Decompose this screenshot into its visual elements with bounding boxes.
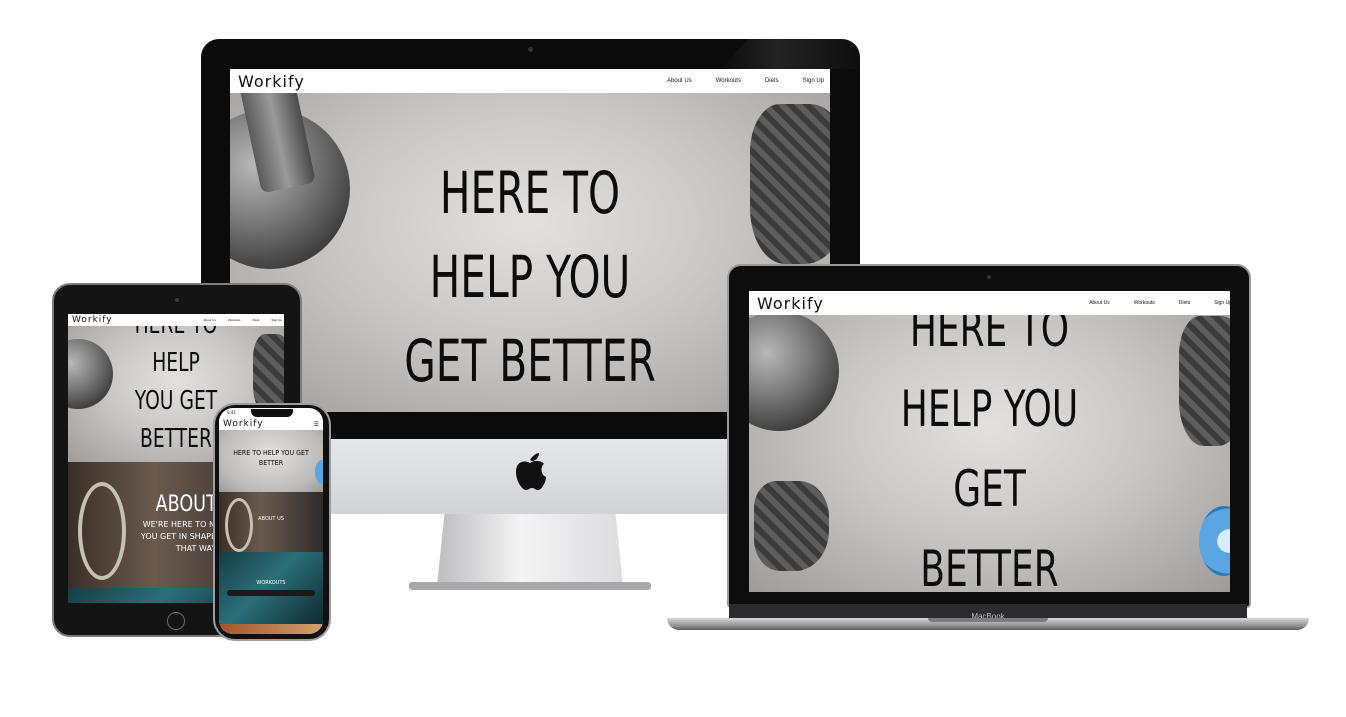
laptop-screen-website: Workify About Us Workouts Diets Sign Up … [749,291,1230,592]
site-navbar: Workify About Us Workouts Diets Sign Up [230,69,830,93]
site-logo[interactable]: Workify [223,419,264,429]
hero-line-2: HELP [152,348,200,378]
site-navbar: Workify About Us Workouts Diets Sign Up [68,314,284,326]
hero-line-2: HELP YOU [900,380,1079,438]
site-logo[interactable]: Workify [757,294,824,313]
nav-about-us[interactable]: About Us [204,318,216,322]
hero-line-1: HERE TO [439,159,621,227]
battle-rope-image [225,498,253,552]
hero-line-2: HELP YOU [429,243,631,311]
nav-diets[interactable]: Diets [252,318,259,322]
nav-diets[interactable]: Diets [765,78,779,84]
home-button-icon[interactable] [167,612,185,630]
site-logo[interactable]: Workify [72,315,113,325]
phone-workouts-title: WORKOUTS [256,580,286,586]
phone-time: 9:41 [227,410,236,415]
glove-image [1179,316,1230,446]
hero-heading: HERE TO HELP YOU GET BETTER [233,448,309,468]
imac-stand [437,514,623,586]
hero-section: HERE TO HELP YOU GET BETTER [219,430,323,492]
nav-links: About Us Workouts Diets Sign Up [1089,300,1230,306]
phone-screen-website: 9:41 Workify ☰ HERE TO HELP YOU GET BETT… [219,408,323,634]
site-navbar-overlay: Workify About Us Workouts Diets Sign Up [749,291,1230,315]
phone-notch [251,409,293,417]
about-us-section: ABOUT US [219,492,323,552]
laptop-bottom-bezel: MacBook [729,604,1247,621]
phone-about-title: ABOUT US [258,516,284,522]
site-navbar: Workify ☰ [219,418,323,430]
diets-section [219,624,323,634]
nav-about-us[interactable]: About Us [667,78,692,84]
nav-about-us[interactable]: About Us [1089,300,1110,306]
nav-diets[interactable]: Diets [1179,300,1190,306]
nav-sign-up[interactable]: Sign Up [271,318,282,322]
foam-roller-image [315,460,323,484]
nav-workouts[interactable]: Workouts [716,78,741,84]
site-logo[interactable]: Workify [238,72,305,91]
camera-icon [528,47,533,52]
nav-sign-up[interactable]: Sign Up [1214,300,1230,306]
camera-icon [987,275,991,279]
nav-workouts[interactable]: Workouts [228,318,241,322]
nav-links: About Us Workouts Diets Sign Up [667,78,824,84]
nav-workouts[interactable]: Workouts [1134,300,1155,306]
hero-heading: HERE TO HELP YOU GET BETTER [296,151,764,403]
battle-rope-image [78,482,126,580]
hero-line-3: GET [953,460,1026,518]
workouts-section: WORKOUTS [219,552,323,624]
hero-line-3: GET BETTER [404,327,656,395]
nav-links: About Us Workouts Diets Sign Up [204,318,283,322]
barbell-image [227,590,315,596]
hero-heading: HERE TO HELP YOU GET BETTER [797,291,1182,592]
laptop-notch [928,618,1048,622]
nav-sign-up[interactable]: Sign Up [803,78,824,84]
apple-logo-icon [516,453,546,490]
hero-line: HERE TO HELP YOU GET BETTER [233,449,309,467]
menu-icon[interactable]: ☰ [314,421,319,428]
hero-line-4: BETTER [920,540,1059,592]
camera-icon [175,298,179,302]
imac-stand-foot [409,582,651,590]
